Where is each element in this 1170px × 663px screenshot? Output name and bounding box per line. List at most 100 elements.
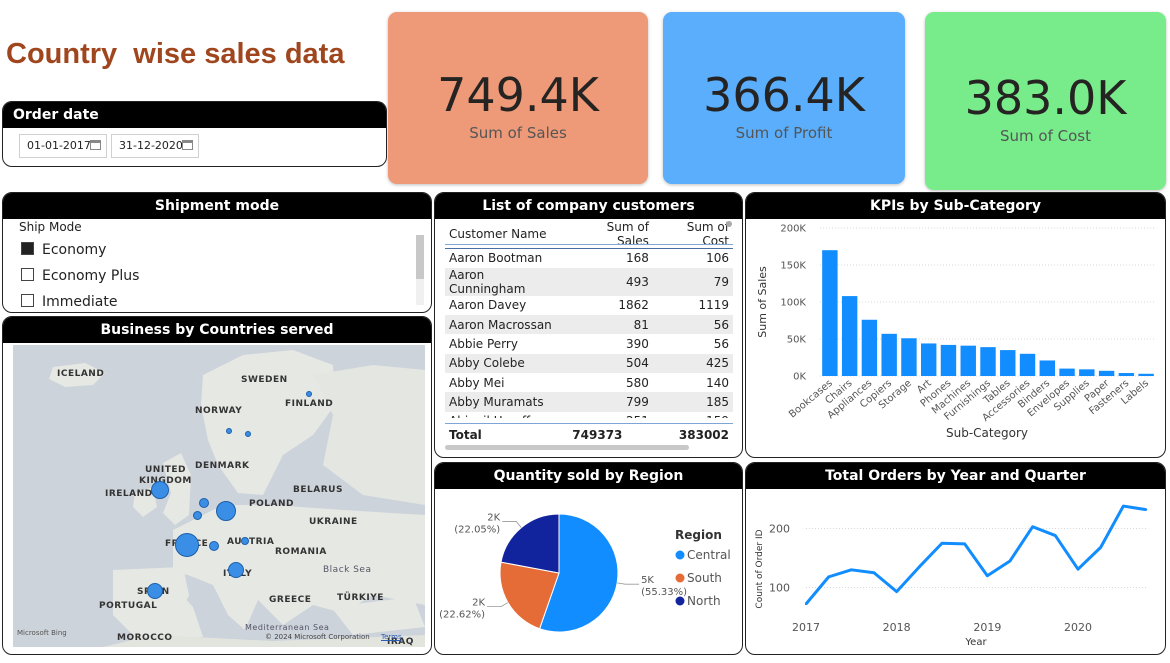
country-bubble[interactable]	[245, 431, 251, 437]
table-row[interactable]: Aaron Cunningham 493 79	[445, 267, 733, 296]
page-title: Country wise sales data	[6, 38, 345, 70]
country-bubble[interactable]	[147, 583, 163, 599]
country-bubble[interactable]	[199, 498, 209, 508]
country-bubble[interactable]	[216, 501, 236, 521]
x-tick-label: 2019	[973, 621, 1001, 634]
ship-option-economy[interactable]: Economy	[21, 242, 106, 258]
subcategory-bar-chart: 0K50K100K150K200KSum of SalesBookcasesCh…	[756, 224, 1156, 440]
bar	[881, 333, 897, 376]
bar	[920, 343, 937, 376]
country-bubble[interactable]	[226, 428, 232, 434]
bar	[980, 347, 996, 376]
sales-cell: 81	[567, 315, 653, 335]
cost-cell: 185	[652, 392, 733, 412]
horizontal-scrollbar[interactable]	[445, 445, 689, 450]
data-point	[918, 565, 921, 569]
data-point	[940, 542, 944, 545]
data-point	[1122, 504, 1125, 508]
customers-table-panel: List of company customers Customer Name …	[434, 192, 743, 458]
end-date-input[interactable]: 31-12-2020	[111, 134, 199, 158]
data-point	[1144, 508, 1148, 511]
calendar-icon[interactable]	[182, 140, 193, 150]
checkbox-checked-icon[interactable]	[21, 242, 34, 255]
quantity-region-panel: Quantity sold by Region 5K (55.33%) 2K (22.…	[434, 462, 743, 655]
sales-cell: 493	[567, 267, 653, 296]
cost-cell: 56	[652, 315, 733, 335]
start-date-input[interactable]: 01-01-2017	[19, 134, 107, 158]
country-bubble[interactable]	[241, 537, 249, 545]
start-date-value: 01-01-2017	[27, 139, 91, 152]
table-row[interactable]: Aaron Bootman 168 106	[445, 249, 733, 268]
country-bubble[interactable]	[193, 511, 202, 520]
cost-kpi-card[interactable]: 383.0K Sum of Cost	[925, 12, 1166, 190]
sales-cell: 168	[626, 251, 649, 266]
map-label: PORTUGAL	[99, 601, 158, 611]
y-tick-label: 50K	[787, 335, 807, 346]
sales-cell: 251	[568, 412, 653, 418]
bar	[960, 345, 976, 376]
vertical-scroll-dot[interactable]	[726, 221, 732, 227]
cost-cell: 1119	[698, 298, 729, 313]
data-point	[872, 571, 876, 574]
cost-kpi-label: Sum of Cost	[1000, 127, 1091, 145]
sales-cell: 504	[567, 353, 653, 373]
countries-map-panel: Business by Countries served ICELAND SWE…	[2, 316, 432, 655]
ship-option-economy-plus[interactable]: Economy Plus	[21, 268, 139, 284]
map-label: GREECE	[269, 595, 312, 605]
map-label: DENMARK	[195, 461, 250, 471]
bar	[1039, 360, 1056, 376]
scrollbar-track[interactable]	[416, 235, 424, 305]
sales-kpi-value: 749.4K	[437, 68, 599, 122]
map-label: BELARUS	[293, 485, 343, 495]
country-bubble[interactable]	[209, 541, 219, 551]
orders-line-chart: 100 200 Count of Order ID 2017 2018 2019 2020 Y…	[755, 504, 1148, 648]
country-bubble[interactable]	[228, 562, 244, 578]
sales-cell: 1862	[618, 298, 649, 313]
table-row[interactable]: Abby Mei 580 140	[445, 373, 733, 392]
cost-cell: 106	[706, 251, 729, 266]
data-point	[804, 602, 808, 606]
x-axis-label: Year	[964, 637, 987, 648]
table-row[interactable]: Abby Muramats 799 185	[445, 392, 733, 412]
bar	[1000, 350, 1016, 376]
map-terms-link[interactable]: Terms	[381, 633, 402, 641]
country-bubble[interactable]	[175, 533, 199, 557]
sales-kpi-card[interactable]: 749.4K Sum of Sales	[388, 12, 648, 184]
ship-option-immediate[interactable]: Immediate	[21, 294, 117, 310]
kpi-subcategory-title: KPIs by Sub-Category	[746, 193, 1165, 219]
customer-name-cell: Aaron Bootman	[449, 251, 543, 266]
map-label: UNITED	[145, 465, 186, 475]
bar	[841, 296, 858, 376]
y-axis-label: Count of Order ID	[755, 529, 765, 608]
x-axis-label: Sub-Category	[946, 426, 1028, 440]
slice-pct-label: (22.05%)	[454, 524, 500, 535]
scrollbar-thumb[interactable]	[416, 235, 424, 279]
map-attribution: © 2024 Microsoft Corporation	[265, 633, 370, 641]
table-row[interactable]: Abbie Perry 390 56	[445, 334, 733, 353]
calendar-icon[interactable]	[90, 140, 101, 150]
table-row[interactable]: Aaron Macrossan 81 56	[445, 315, 733, 335]
country-bubble[interactable]	[306, 391, 312, 397]
bar	[1098, 370, 1115, 376]
checkbox-icon[interactable]	[21, 294, 34, 307]
total-label: Total	[449, 427, 482, 442]
profit-kpi-card[interactable]: 366.4K Sum of Profit	[663, 12, 905, 184]
legend-label: South	[687, 571, 722, 585]
series-line	[804, 504, 1147, 605]
legend-dot	[675, 550, 685, 560]
map-title: Business by Countries served	[3, 317, 431, 343]
map-label: NORWAY	[195, 406, 243, 416]
cost-cell: 159	[653, 412, 733, 418]
bar	[940, 344, 957, 376]
bing-logo: Microsoft Bing	[17, 629, 67, 637]
europe-map[interactable]: ICELAND SWEDEN NORWAY FINLAND UNITED KIN…	[13, 345, 425, 647]
table-row[interactable]: Aaron Davey 1862 1119	[445, 296, 733, 315]
leader-line	[487, 602, 509, 607]
checkbox-icon[interactable]	[21, 268, 34, 281]
ship-option-label: Economy	[42, 242, 107, 258]
table-row[interactable]: Abby Colebe 504 425	[445, 353, 733, 373]
cost-cell: 79	[652, 267, 733, 296]
map-label: TÜRKIYE	[337, 593, 384, 603]
table-row[interactable]: Abigail Humffray251159	[445, 412, 733, 418]
country-bubble[interactable]	[151, 481, 169, 499]
